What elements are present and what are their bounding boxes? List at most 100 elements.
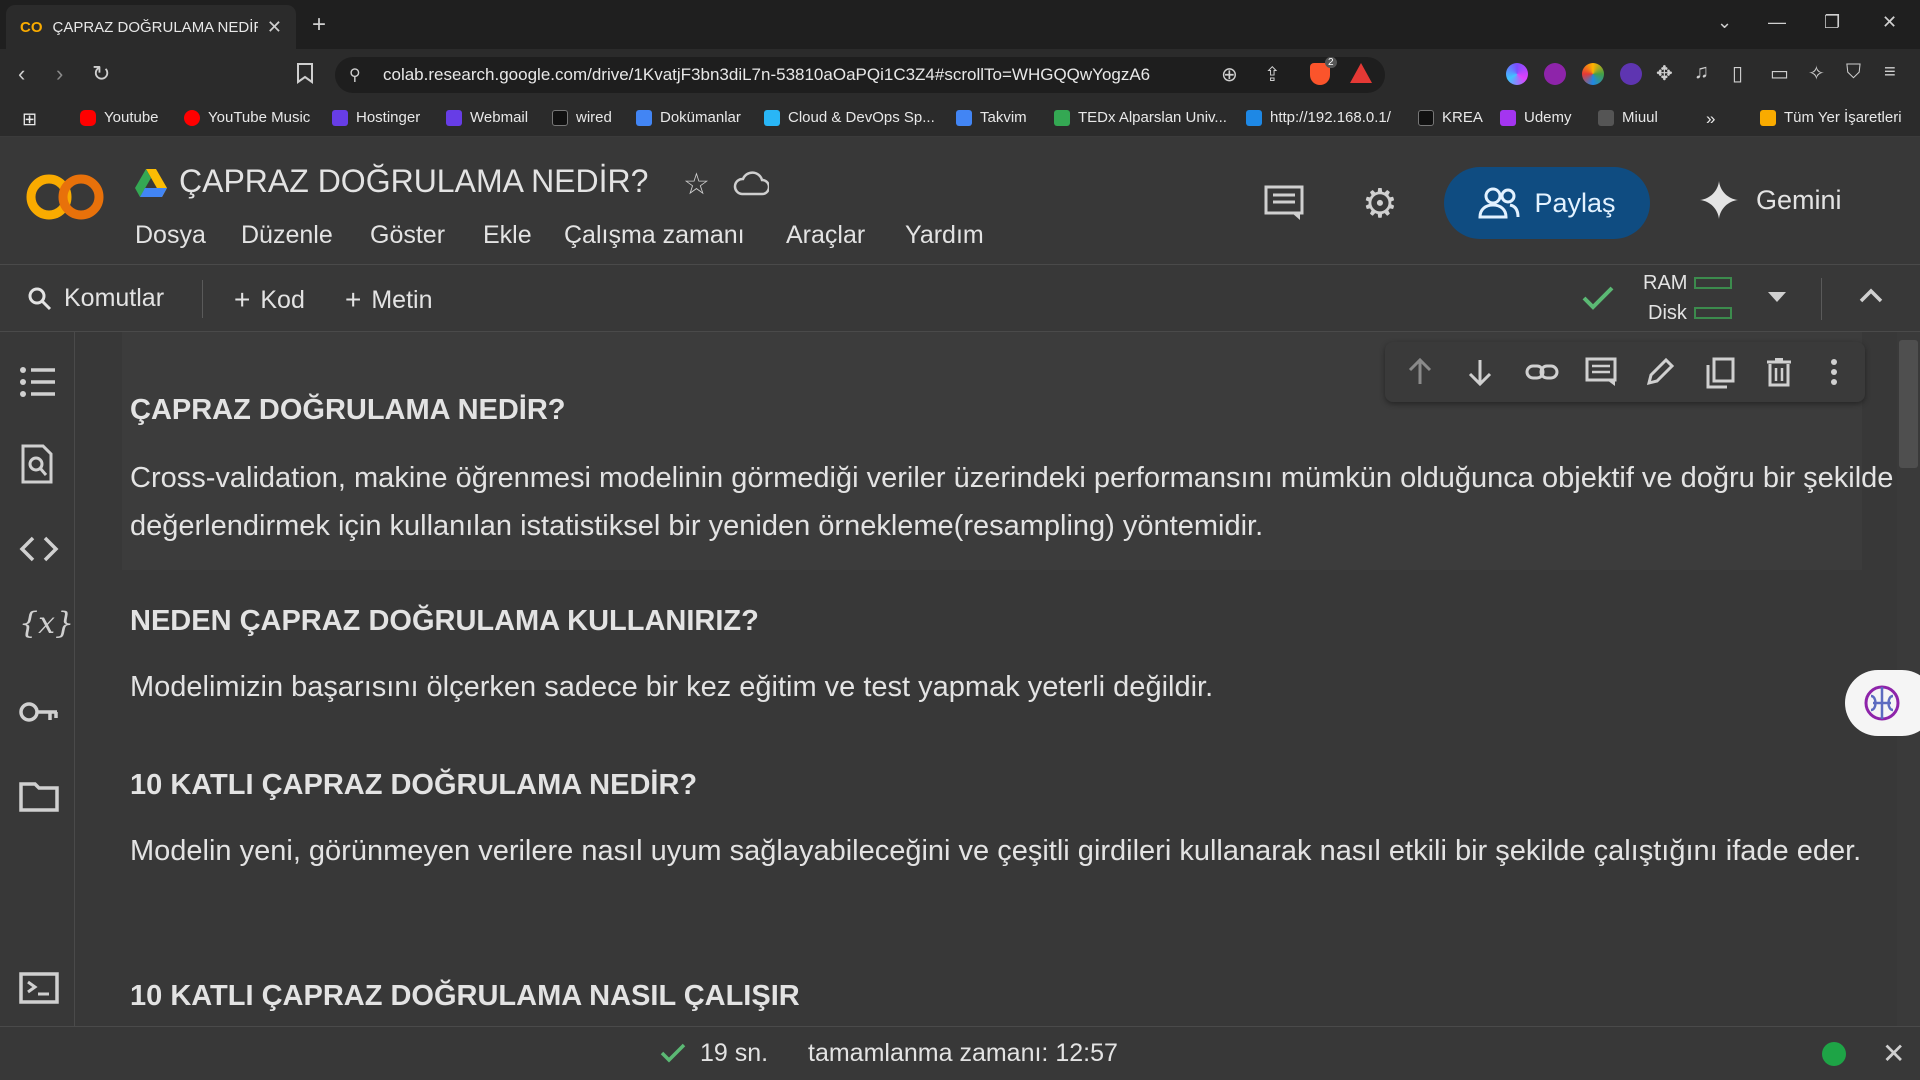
address-bar[interactable]: ⚲ colab.research.google.com/drive/1Kvatj… <box>335 57 1385 93</box>
gemini-label: Gemini <box>1756 184 1842 215</box>
bookmark-dokumanlar[interactable]: Dokümanlar <box>636 109 741 126</box>
move-down-icon[interactable] <box>1465 357 1495 387</box>
cloud-save-icon[interactable] <box>733 170 769 196</box>
move-up-icon[interactable] <box>1405 357 1435 387</box>
bookmark-label: Hostinger <box>356 109 421 126</box>
browser-tab[interactable]: CO ÇAPRAZ DOĞRULAMA NEDİR? ✕ <box>6 5 296 49</box>
extensions-puzzle-icon[interactable]: ✥ <box>1656 61 1673 86</box>
browser-menu-icon[interactable]: ≡ <box>1884 61 1896 84</box>
add-code-button[interactable]: + Kod <box>234 284 305 316</box>
bookmark-label: Udemy <box>1524 109 1572 126</box>
apps-grid-icon[interactable]: ⊞ <box>22 109 37 130</box>
menu-araclar[interactable]: Araçlar <box>786 221 865 250</box>
secrets-key-icon[interactable] <box>19 700 59 724</box>
delete-trash-icon[interactable] <box>1765 357 1793 387</box>
maximize-icon[interactable]: ❐ <box>1824 12 1840 33</box>
files-folder-icon[interactable] <box>19 780 59 812</box>
bookmark-label: wired <box>576 109 612 126</box>
bookmark-hostinger[interactable]: Hostinger <box>332 109 420 126</box>
bookmark-takvim[interactable]: Takvim <box>956 109 1027 126</box>
bookmark-youtube[interactable]: Youtube <box>80 109 159 126</box>
menu-duzenle[interactable]: Düzenle <box>241 221 333 250</box>
reload-icon[interactable]: ↻ <box>92 61 110 87</box>
comments-icon[interactable] <box>1264 185 1304 221</box>
extension-2-icon[interactable] <box>1544 63 1566 85</box>
extension-3-icon[interactable] <box>1582 63 1604 85</box>
bookmark-router[interactable]: http://192.168.0.1/ <box>1246 109 1391 126</box>
browser-tab-strip: CO ÇAPRAZ DOĞRULAMA NEDİR? ✕ + ⌄ — ❐ ✕ <box>0 0 1920 49</box>
bookmark-wired[interactable]: wired <box>552 109 612 126</box>
bookmark-miuul[interactable]: Miuul <box>1598 109 1658 126</box>
share-button[interactable]: Paylaş <box>1444 167 1650 239</box>
vpn-icon[interactable]: ⛉ <box>1846 61 1861 84</box>
tab-close-icon[interactable]: ✕ <box>267 17 282 38</box>
menu-dosya[interactable]: Dosya <box>135 221 206 250</box>
edit-pencil-icon[interactable] <box>1645 357 1675 387</box>
bookmark-label: YouTube Music <box>208 109 311 126</box>
bookmark-youtube-music[interactable]: YouTube Music <box>184 109 310 126</box>
share-page-icon[interactable]: ⇪ <box>1264 62 1281 87</box>
variables-icon[interactable]: {x} <box>19 606 74 641</box>
find-in-document-icon[interactable] <box>19 444 55 484</box>
collapse-header-icon[interactable] <box>1858 286 1884 304</box>
extension-4-icon[interactable] <box>1620 63 1642 85</box>
commands-button[interactable]: Komutlar <box>28 284 164 313</box>
minimize-icon[interactable]: — <box>1768 12 1786 33</box>
bookmark-page-icon[interactable] <box>296 62 314 84</box>
sidebar-toggle-icon[interactable]: ▯ <box>1732 61 1743 86</box>
gemini-button[interactable]: Gemini <box>1700 181 1842 219</box>
router-link-icon <box>1246 109 1262 126</box>
zoom-icon[interactable]: ⊕ <box>1221 62 1238 87</box>
tedx-icon <box>1054 109 1070 126</box>
notebook-content: ÇAPRAZ DOĞRULAMA NEDİR? Cross-validation… <box>75 332 1920 1026</box>
runtime-dropdown-icon[interactable] <box>1768 292 1786 302</box>
menu-calisma-zamani[interactable]: Çalışma zamanı <box>564 221 745 250</box>
ai-assistant-button[interactable] <box>1845 670 1920 736</box>
star-icon[interactable]: ☆ <box>683 167 710 202</box>
brave-rewards-icon[interactable] <box>1350 63 1372 83</box>
back-icon[interactable]: ‹ <box>18 61 25 87</box>
close-status-icon[interactable]: ✕ <box>1882 1037 1905 1070</box>
menu-goster[interactable]: Göster <box>370 221 445 250</box>
terminal-icon[interactable] <box>19 972 59 1004</box>
table-of-contents-icon[interactable] <box>19 366 57 398</box>
menu-yardim[interactable]: Yardım <box>905 221 984 250</box>
forward-icon[interactable]: › <box>56 61 63 87</box>
cell-paragraph: Cross-validation, makine öğrenmesi model… <box>130 462 1894 542</box>
toolbar-divider <box>202 280 203 318</box>
mirror-cell-icon[interactable] <box>1705 357 1735 389</box>
connected-check-icon <box>1581 284 1615 312</box>
youtube-music-icon <box>184 109 200 126</box>
bookmark-webmail[interactable]: Webmail <box>446 109 528 126</box>
wallet-icon[interactable]: ▭ <box>1770 61 1789 86</box>
folder-icon <box>1760 109 1776 126</box>
add-text-button[interactable]: + Metin <box>345 284 433 316</box>
window-close-icon[interactable]: ✕ <box>1882 12 1897 33</box>
notebook-title[interactable]: ÇAPRAZ DOĞRULAMA NEDİR? <box>179 163 648 200</box>
site-info-icon[interactable]: ⚲ <box>349 65 361 85</box>
share-label: Paylaş <box>1534 187 1616 218</box>
media-music-icon[interactable]: ♫ <box>1694 61 1709 84</box>
bookmark-krea[interactable]: KREA <box>1418 109 1483 126</box>
cell-paragraph: Modelimizin başarısını ölçerken sadece b… <box>130 671 1214 703</box>
tab-search-icon[interactable]: ⌄ <box>1717 12 1732 33</box>
link-icon[interactable] <box>1525 357 1559 387</box>
extension-1-icon[interactable] <box>1506 63 1528 85</box>
leo-ai-icon[interactable]: ✧ <box>1808 61 1825 86</box>
bookmark-udemy[interactable]: Udemy <box>1500 109 1572 126</box>
code-snippets-icon[interactable] <box>19 536 59 562</box>
google-drive-icon <box>135 169 167 197</box>
execution-duration: 19 sn. <box>700 1039 769 1067</box>
bookmark-cloud-devops[interactable]: Cloud & DevOps Sp... <box>764 109 935 126</box>
more-bookmarks-icon[interactable]: » <box>1706 109 1715 129</box>
new-tab-icon[interactable]: + <box>312 11 326 39</box>
menu-ekle[interactable]: Ekle <box>483 221 532 250</box>
all-bookmarks-folder[interactable]: Tüm Yer İşaretleri <box>1760 109 1902 126</box>
more-options-icon[interactable] <box>1829 357 1839 387</box>
colab-logo[interactable] <box>26 171 104 223</box>
bookmark-tedx[interactable]: TEDx Alparslan Univ... <box>1054 109 1227 126</box>
scrollbar-thumb[interactable] <box>1899 340 1918 468</box>
settings-gear-icon[interactable]: ⚙ <box>1362 181 1398 227</box>
comment-icon[interactable] <box>1585 357 1617 387</box>
udemy-icon <box>1500 109 1516 126</box>
